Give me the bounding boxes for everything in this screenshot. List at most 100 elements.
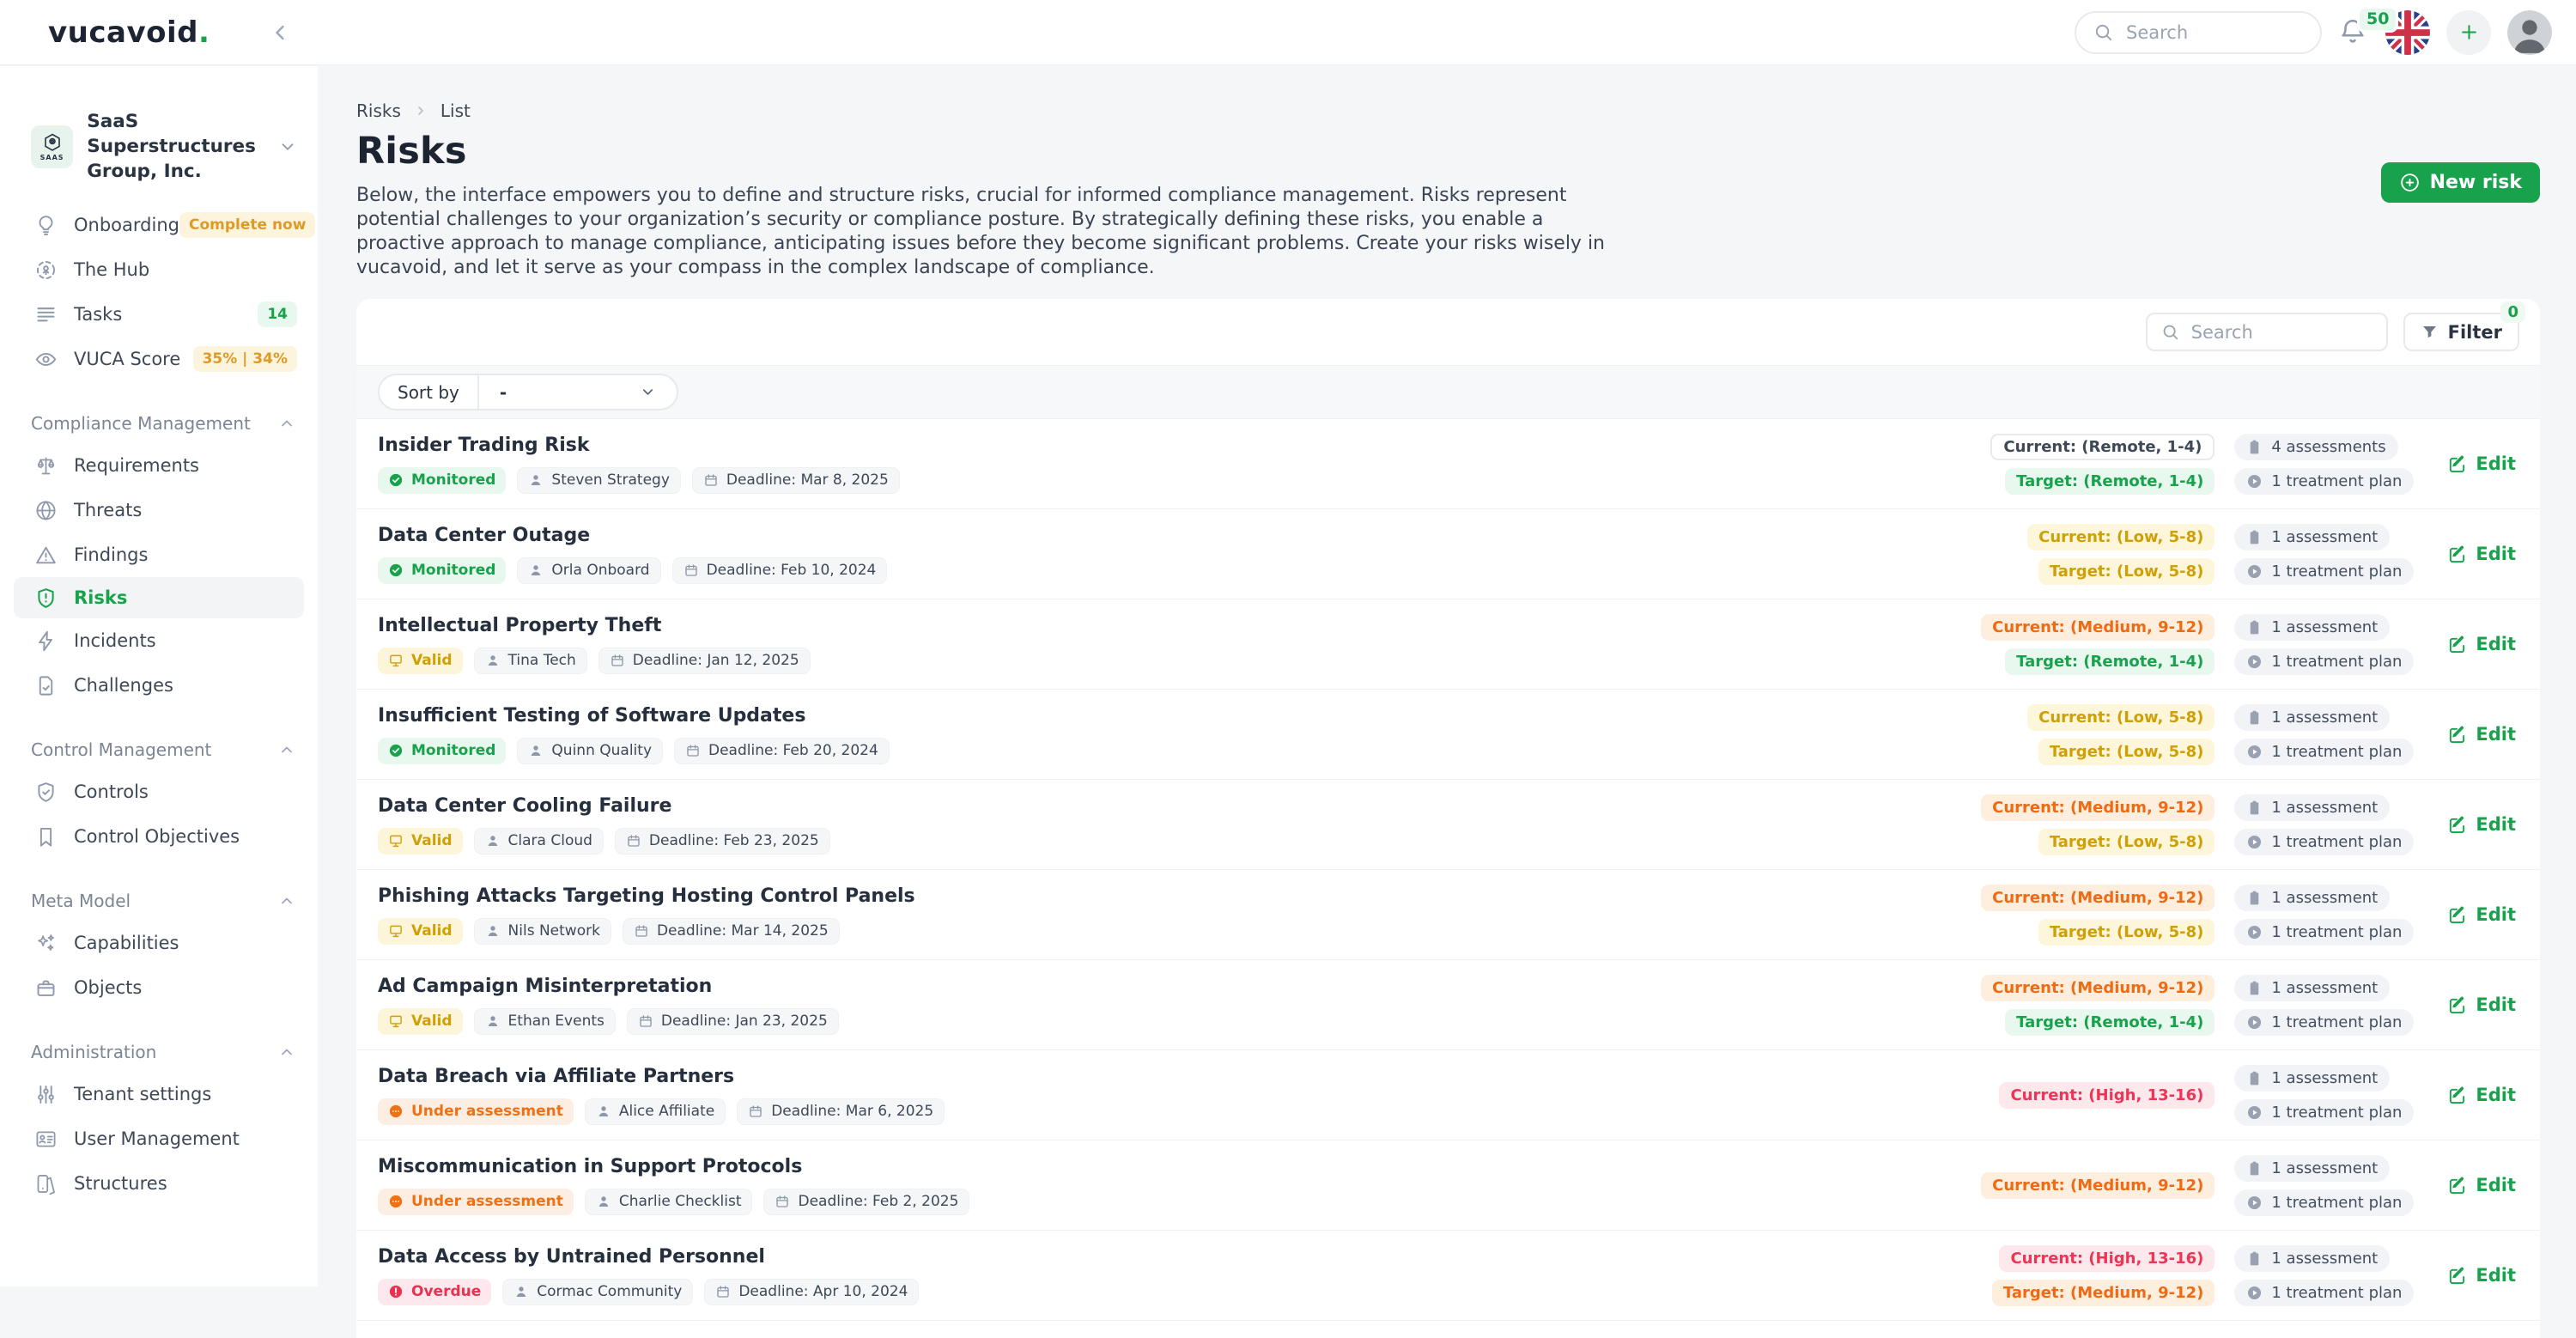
- sidebar-item[interactable]: User Management: [0, 1116, 318, 1161]
- sort-by-label: Sort by: [380, 375, 479, 409]
- sidebar-item[interactable]: Findings: [0, 532, 318, 577]
- sidebar-section-title[interactable]: Compliance Management: [0, 404, 318, 443]
- target-rating-badge: Target: (Low, 5-8): [2038, 558, 2215, 585]
- sidebar-item-label: Structures: [74, 1173, 167, 1194]
- sort-select[interactable]: -: [479, 375, 677, 409]
- deadline-badge: Deadline: Mar 6, 2025: [737, 1098, 945, 1125]
- filter-button[interactable]: Filter 0: [2403, 313, 2519, 351]
- clipboard-icon: [2246, 709, 2263, 726]
- org-selector[interactable]: SAAS SaaS Superstructures Group, Inc.: [31, 109, 297, 184]
- global-search-input[interactable]: [2124, 21, 2303, 44]
- sidebar-item[interactable]: Tasks 14: [0, 292, 318, 337]
- sidebar-section: Meta Model Capabilities Objects: [0, 881, 318, 1010]
- sidebar-item[interactable]: Control Objectives: [0, 814, 318, 859]
- search-icon: [2161, 323, 2179, 341]
- current-rating-badge: Current: (High, 13-16): [1999, 1245, 2215, 1272]
- main-content: Risks List Risks Below, the interface em…: [318, 66, 2576, 1286]
- risk-row[interactable]: Ad Campaign Misinterpretation Valid Etha…: [356, 960, 2540, 1050]
- treatment-plan-label: 1 treatment plan: [2271, 563, 2402, 581]
- sidebar-item[interactable]: Threats: [0, 488, 318, 532]
- monitor-icon: [388, 1013, 404, 1029]
- risk-badges: Monitored Steven Strategy Deadline: Mar …: [378, 467, 1991, 494]
- sidebar-item[interactable]: Controls: [0, 769, 318, 814]
- quick-add-button[interactable]: [2446, 10, 2491, 55]
- risk-row[interactable]: Insufficient Testing of Software Updates…: [356, 690, 2540, 780]
- sidebar-item[interactable]: Requirements: [0, 443, 318, 488]
- treatment-plan-badge: 1 treatment plan: [2234, 1099, 2414, 1126]
- status-badge: Monitored: [378, 467, 506, 494]
- treatment-plan-label: 1 treatment plan: [2271, 1104, 2402, 1122]
- sidebar-collapse-button[interactable]: [264, 17, 295, 48]
- edit-button[interactable]: Edit: [2447, 994, 2516, 1015]
- edit-button[interactable]: Edit: [2447, 724, 2516, 745]
- sidebar-item[interactable]: Tenant settings: [0, 1072, 318, 1116]
- sidebar-item[interactable]: Capabilities: [0, 921, 318, 965]
- sidebar-item[interactable]: Incidents: [0, 618, 318, 663]
- sidebar-item[interactable]: VUCA Score 35% | 34%: [0, 337, 318, 381]
- global-search[interactable]: [2075, 11, 2322, 54]
- breadcrumb-risks[interactable]: Risks: [356, 100, 401, 121]
- status-badge: Valid: [378, 648, 463, 674]
- risk-row[interactable]: Data Center Outage Monitored Orla Onboar…: [356, 509, 2540, 599]
- edit-label: Edit: [2476, 1265, 2516, 1286]
- new-risk-button[interactable]: New risk: [2381, 162, 2540, 203]
- risk-details: Current: (Low, 5-8) Target: (Low, 5-8) 1…: [1991, 704, 2540, 765]
- chevron-up-icon: [278, 415, 295, 432]
- list-search[interactable]: [2146, 313, 2388, 351]
- sidebar-item-label: Control Objectives: [74, 826, 240, 847]
- person-icon: [485, 923, 501, 939]
- deadline-label: Deadline: Feb 10, 2024: [707, 562, 877, 579]
- edit-button[interactable]: Edit: [2447, 453, 2516, 474]
- app-logo: vucavoid.: [48, 15, 210, 50]
- sidebar-section-title[interactable]: Meta Model: [0, 881, 318, 921]
- edit-button[interactable]: Edit: [2447, 814, 2516, 835]
- breadcrumb-list[interactable]: List: [440, 100, 471, 121]
- user-avatar[interactable]: [2507, 10, 2552, 55]
- plus-circle-icon: [2399, 172, 2421, 193]
- risk-row[interactable]: Data Center Cooling Failure Valid Clara …: [356, 780, 2540, 870]
- sidebar-item[interactable]: The Hub: [0, 247, 318, 292]
- risk-summary: Intellectual Property Theft Valid Tina T…: [378, 615, 1991, 674]
- risk-row[interactable]: Intellectual Property Theft Valid Tina T…: [356, 599, 2540, 690]
- edit-button[interactable]: Edit: [2447, 1085, 2516, 1105]
- sidebar-section-title[interactable]: Administration: [0, 1032, 318, 1072]
- sidebar-item[interactable]: Challenges: [0, 663, 318, 708]
- risk-row[interactable]: Phishing Attacks Targeting Hosting Contr…: [356, 870, 2540, 960]
- clipboard-icon: [2246, 1070, 2263, 1086]
- edit-button[interactable]: Edit: [2447, 904, 2516, 925]
- owner-label: Steven Strategy: [551, 471, 669, 489]
- sidebar-section-title[interactable]: Control Management: [0, 730, 318, 769]
- sidebar-item[interactable]: Risks: [14, 577, 304, 618]
- owner-badge: Steven Strategy: [517, 467, 680, 494]
- sidebar-item[interactable]: Objects: [0, 965, 318, 1010]
- sort-band: Sort by -: [356, 365, 2540, 419]
- status-badge: Valid: [378, 1008, 463, 1035]
- sidebar-item[interactable]: Onboarding Complete now: [0, 203, 318, 247]
- sidebar-section-label: Compliance Management: [31, 413, 251, 434]
- deadline-label: Deadline: Feb 2, 2025: [798, 1193, 958, 1210]
- sidebar-item[interactable]: Structures: [0, 1161, 318, 1206]
- org-logo: SAAS: [31, 125, 73, 168]
- person-icon: [528, 563, 544, 578]
- current-rating-badge: Current: (Medium, 9-12): [1981, 614, 2215, 641]
- assessments-label: 1 assessment: [2271, 528, 2378, 546]
- risk-badges: Under assessment Charlie Checklist Deadl…: [378, 1189, 1991, 1215]
- risk-ratings: Current: (Medium, 9-12) Target: (Low, 5-…: [1991, 794, 2215, 855]
- owner-badge: Clara Cloud: [474, 828, 604, 854]
- risk-row[interactable]: Insider Trading Risk Monitored Steven St…: [356, 419, 2540, 509]
- check-circle-icon: [388, 563, 404, 578]
- list-search-input[interactable]: [2190, 321, 2372, 344]
- current-rating-badge: Current: (Medium, 9-12): [1981, 1172, 2215, 1199]
- play-circle-icon: [2246, 563, 2263, 580]
- edit-button[interactable]: Edit: [2447, 1175, 2516, 1195]
- risk-row[interactable]: Miscommunication in Support Protocols Un…: [356, 1140, 2540, 1231]
- notifications-button[interactable]: 50: [2338, 16, 2369, 49]
- edit-button[interactable]: Edit: [2447, 544, 2516, 564]
- edit-button[interactable]: Edit: [2447, 1265, 2516, 1286]
- deadline-badge: Deadline: Jan 23, 2025: [627, 1008, 839, 1035]
- risk-row[interactable]: Data Access by Untrained Personnel Overd…: [356, 1231, 2540, 1321]
- owner-label: Quinn Quality: [551, 742, 652, 759]
- edit-button[interactable]: Edit: [2447, 634, 2516, 654]
- risk-row[interactable]: Data Breach via Affiliate Partners Under…: [356, 1050, 2540, 1140]
- risk-details: Current: (Medium, 9-12) Target: (Remote,…: [1991, 614, 2540, 675]
